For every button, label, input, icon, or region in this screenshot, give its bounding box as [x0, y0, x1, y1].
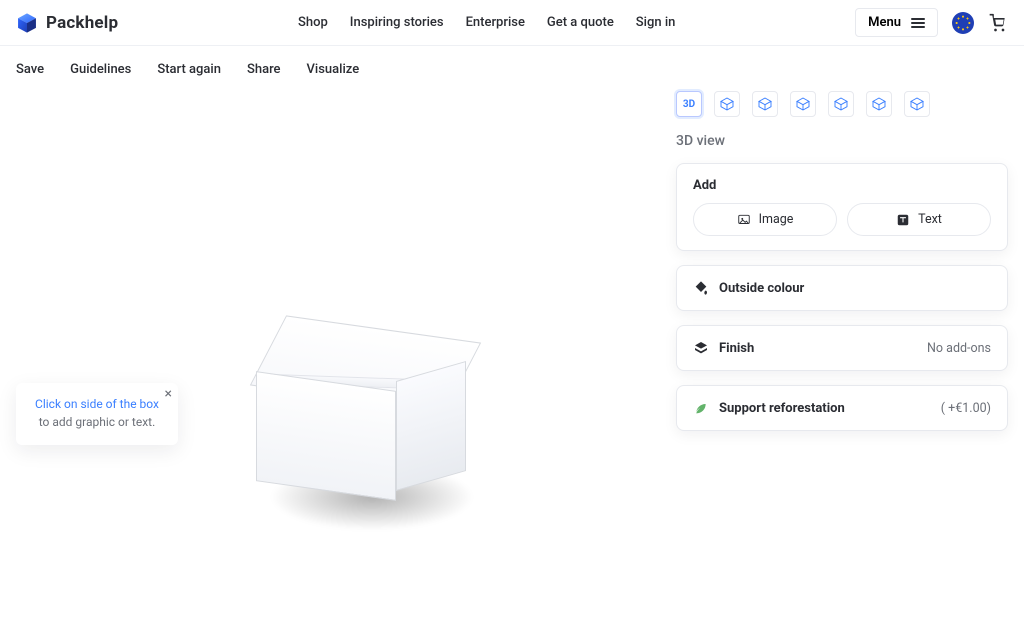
brand-logo-icon [16, 12, 38, 34]
panel-finish[interactable]: Finish No add-ons [676, 325, 1008, 371]
cube-icon [871, 96, 887, 112]
finish-value: No add-ons [927, 341, 991, 356]
add-text-button[interactable]: Text [847, 203, 991, 236]
hamburger-icon [911, 18, 925, 28]
cube-icon [719, 96, 735, 112]
toolbar-share[interactable]: Share [247, 62, 281, 77]
nav-stories[interactable]: Inspiring stories [350, 15, 444, 30]
menu-label: Menu [868, 15, 901, 30]
paint-bucket-icon [693, 280, 709, 296]
header-tools: Menu [855, 8, 1008, 37]
panel-reforestation[interactable]: Support reforestation ( +€1.00) [676, 385, 1008, 431]
design-canvas[interactable]: × Click on side of the box to add graphi… [16, 85, 658, 622]
hint-popover: × Click on side of the box to add graphi… [16, 383, 178, 445]
view-left[interactable] [790, 91, 816, 117]
cube-icon [795, 96, 811, 112]
editor-toolbar: Save Guidelines Start again Share Visual… [0, 46, 1024, 85]
view-section-title: 3D view [676, 133, 1008, 149]
hint-close-icon[interactable]: × [165, 387, 172, 401]
panel-outside-colour[interactable]: Outside colour [676, 265, 1008, 311]
view-front[interactable] [714, 91, 740, 117]
leaf-icon [693, 400, 709, 416]
add-image-label: Image [759, 212, 794, 227]
outside-colour-title: Outside colour [719, 281, 804, 296]
add-image-button[interactable]: Image [693, 203, 837, 236]
view-toggle-row: 3D [676, 85, 1008, 117]
reforestation-title: Support reforestation [719, 401, 845, 416]
toolbar-visualize[interactable]: Visualize [307, 62, 360, 77]
right-panel: 3D 3D view Add [676, 85, 1008, 622]
nav-shop[interactable]: Shop [298, 15, 328, 30]
region-eu-icon[interactable] [952, 12, 974, 34]
view-right[interactable] [828, 91, 854, 117]
view-3d-label: 3D [683, 99, 695, 110]
view-3d[interactable]: 3D [676, 91, 702, 117]
add-text-label: Text [918, 212, 942, 227]
main: × Click on side of the box to add graphi… [0, 85, 1024, 638]
text-icon [896, 213, 910, 227]
app-header: Packhelp Shop Inspiring stories Enterpri… [0, 0, 1024, 46]
finish-title: Finish [719, 341, 754, 356]
toolbar-start-again[interactable]: Start again [157, 62, 221, 77]
nav-signin[interactable]: Sign in [636, 15, 676, 30]
panel-add: Add Image Text [676, 163, 1008, 251]
top-nav: Shop Inspiring stories Enterprise Get a … [298, 15, 675, 30]
nav-enterprise[interactable]: Enterprise [466, 15, 525, 30]
hint-lead: Click on side of the box [35, 397, 159, 411]
menu-button[interactable]: Menu [855, 8, 938, 37]
hint-rest: to add graphic or text. [39, 415, 156, 429]
box-face-front[interactable] [256, 371, 396, 501]
view-bottom[interactable] [904, 91, 930, 117]
cube-icon [909, 96, 925, 112]
view-top[interactable] [866, 91, 892, 117]
view-back[interactable] [752, 91, 778, 117]
toolbar-save[interactable]: Save [16, 62, 44, 77]
panel-add-title: Add [693, 178, 991, 193]
product-3d-box[interactable] [256, 321, 466, 531]
nav-quote[interactable]: Get a quote [547, 15, 614, 30]
cube-icon [833, 96, 849, 112]
brand-name: Packhelp [46, 13, 118, 33]
box-face-side[interactable] [396, 361, 466, 491]
reforestation-value: ( +€1.00) [941, 401, 991, 416]
cart-icon[interactable] [988, 13, 1008, 33]
layers-icon [693, 340, 709, 356]
image-icon [737, 213, 751, 227]
brand: Packhelp [16, 12, 118, 34]
toolbar-guidelines[interactable]: Guidelines [70, 62, 131, 77]
cube-icon [757, 96, 773, 112]
